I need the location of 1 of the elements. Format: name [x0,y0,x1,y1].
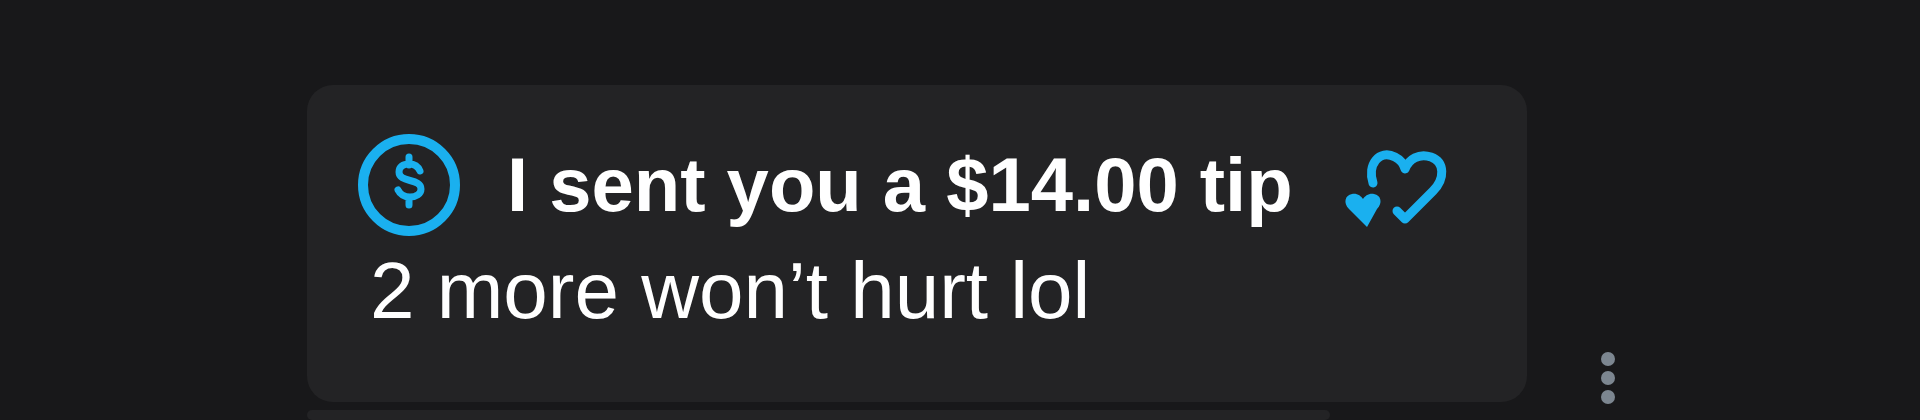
message-text: 2 more won’t hurt lol [370,251,1091,331]
